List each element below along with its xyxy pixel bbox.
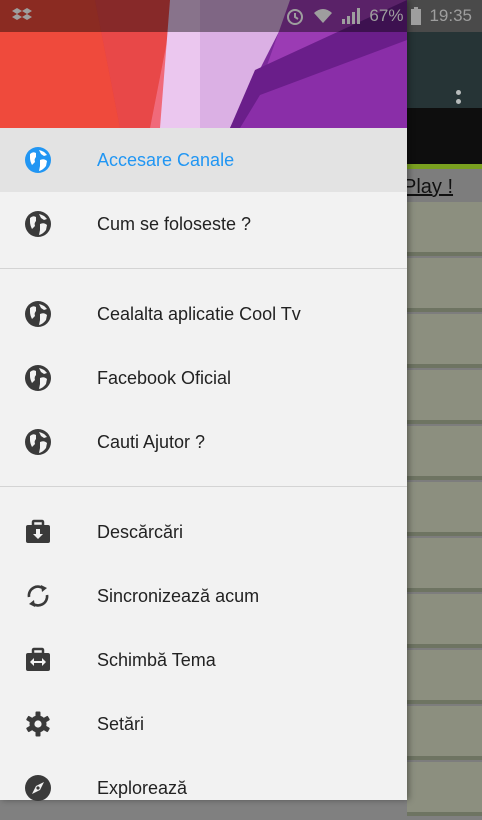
battery-percent: 67%	[369, 6, 404, 25]
menu-item-label: Explorează	[97, 778, 188, 798]
wifi-icon	[314, 9, 333, 23]
explore-icon	[25, 775, 51, 801]
alarm-icon	[287, 9, 304, 25]
globe-icon	[25, 147, 51, 173]
menu-item-label: Schimbă Tema	[97, 650, 216, 670]
list-item[interactable]	[407, 426, 482, 480]
menu-item-facebook-oficial[interactable]: Facebook Oficial	[0, 346, 407, 410]
menu-divider	[0, 268, 407, 269]
globe-icon	[25, 429, 51, 455]
list-item[interactable]	[407, 370, 482, 424]
menu-item-label: Facebook Oficial	[97, 368, 232, 388]
menu-item-exploreaza[interactable]: Explorează	[0, 756, 407, 820]
battery-icon	[411, 7, 422, 25]
list-item[interactable]	[407, 258, 482, 312]
globe-icon	[25, 365, 51, 391]
play-link[interactable]: Play !	[403, 176, 453, 199]
status-indicators: 67% 19:35	[285, 6, 472, 26]
menu-item-accesare-canale[interactable]: Accesare Canale	[0, 128, 407, 192]
list-item[interactable]	[407, 314, 482, 368]
menu-item-label: Cauti Ajutor ?	[97, 432, 206, 452]
sync-icon	[27, 585, 49, 607]
navigation-drawer: Accesare Canale Cum se foloseste ? Ceala…	[0, 0, 407, 801]
drawer-menu: Accesare Canale Cum se foloseste ? Ceala…	[0, 128, 407, 820]
menu-item-label: Sincronizează acum	[97, 586, 260, 606]
menu-item-label: Cum se foloseste ?	[97, 214, 252, 234]
menu-item-label: Cealalta aplicatie Cool Tv	[97, 304, 301, 324]
menu-item-setari[interactable]: Setări	[0, 692, 407, 756]
list-item[interactable]	[407, 202, 482, 256]
settings-icon	[26, 711, 50, 737]
menu-item-label: Descărcări	[97, 522, 184, 542]
menu-item-cauti-ajutor[interactable]: Cauti Ajutor ?	[0, 410, 407, 474]
list-item[interactable]	[407, 482, 482, 536]
menu-item-label: Setări	[97, 714, 145, 734]
menu-item-label: Accesare Canale	[97, 150, 235, 170]
switch-theme-icon	[26, 647, 50, 671]
globe-icon	[25, 301, 51, 327]
list-item[interactable]	[407, 650, 482, 704]
status-bar: 67% 19:35	[0, 0, 482, 32]
list-item[interactable]	[407, 538, 482, 592]
list-item[interactable]	[407, 594, 482, 648]
menu-item-cum-se-foloseste[interactable]: Cum se foloseste ?	[0, 192, 407, 256]
clock: 19:35	[429, 6, 472, 25]
menu-item-descarcari[interactable]: Descărcări	[0, 500, 407, 564]
menu-divider	[0, 486, 407, 487]
menu-item-sincronizeaza[interactable]: Sincronizează acum	[0, 564, 407, 628]
dropbox-icon	[12, 8, 32, 20]
menu-item-cealalta-aplicatie[interactable]: Cealalta aplicatie Cool Tv	[0, 282, 407, 346]
list-item[interactable]	[407, 706, 482, 760]
signal-icon	[342, 8, 361, 24]
globe-icon	[25, 211, 51, 237]
download-icon	[26, 519, 50, 543]
menu-item-schimba-tema[interactable]: Schimbă Tema	[0, 628, 407, 692]
list-item[interactable]	[407, 762, 482, 816]
